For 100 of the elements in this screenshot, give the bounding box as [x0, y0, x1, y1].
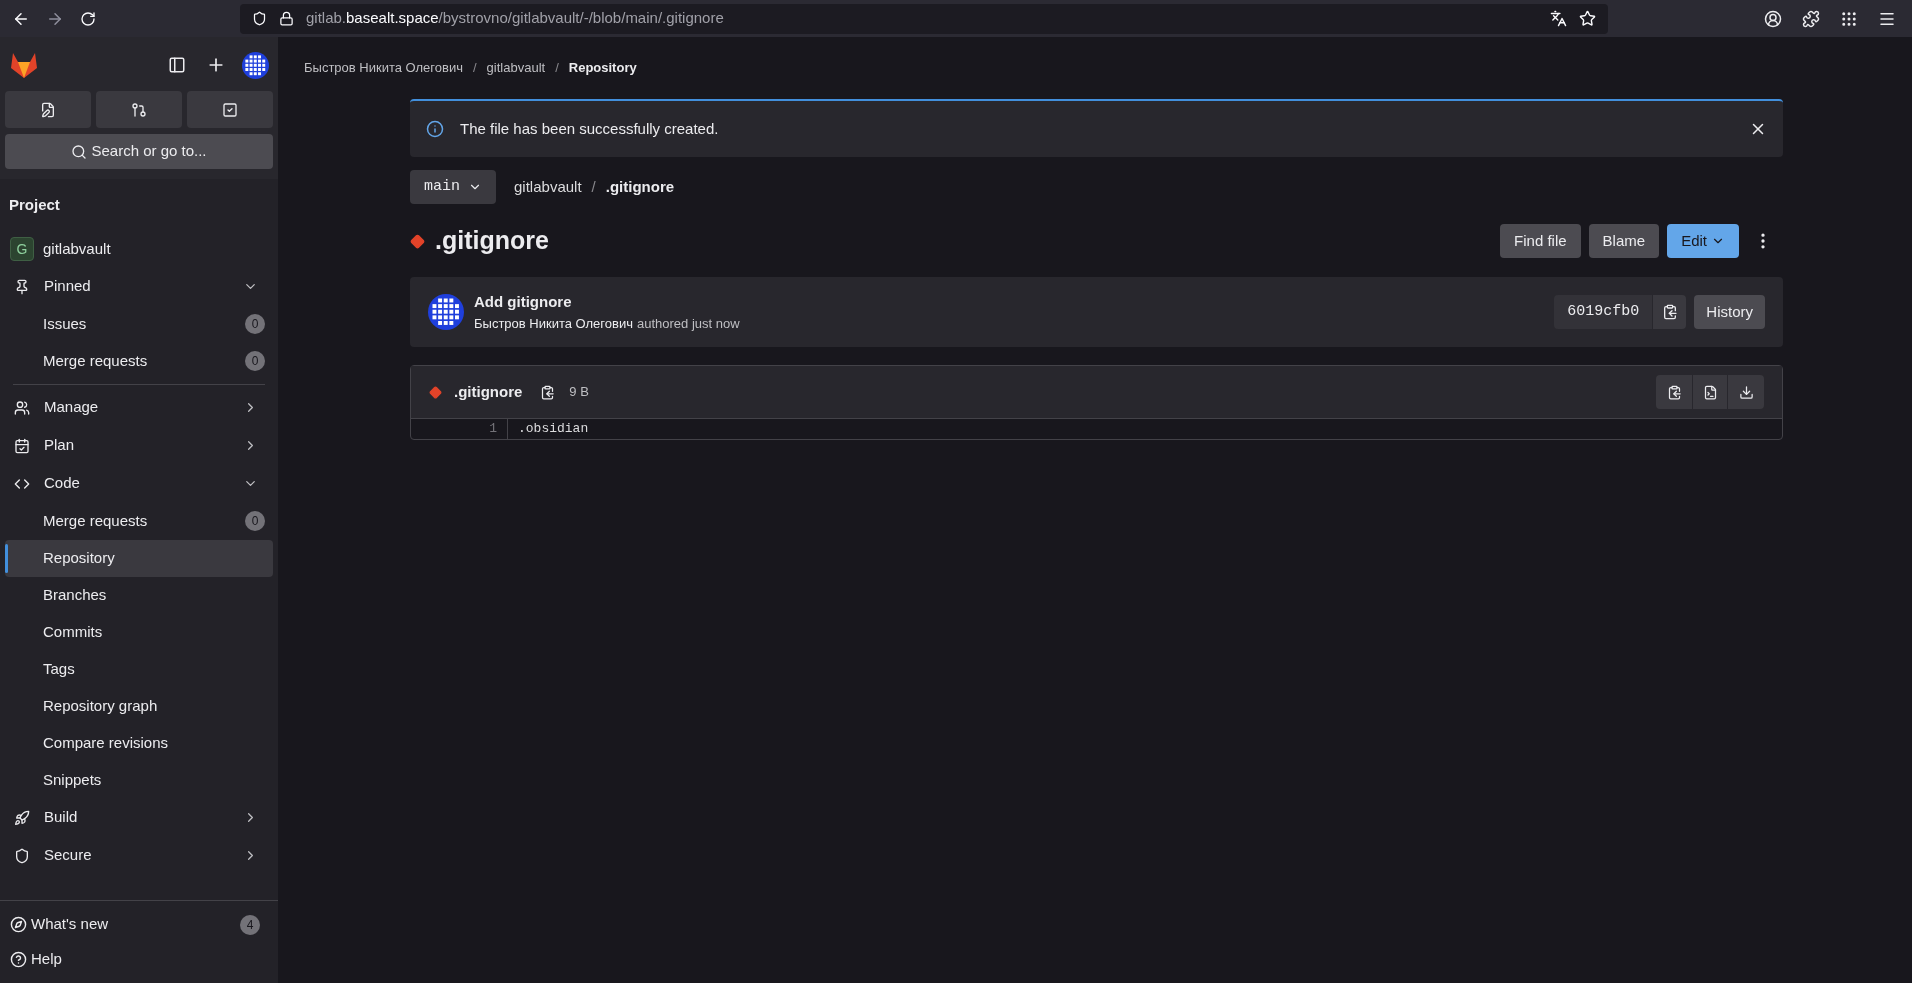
nav-item-label: Commits [43, 621, 103, 642]
bookmark-icon[interactable] [1579, 10, 1596, 27]
commit-author[interactable]: Быстров Никита Олегович [474, 313, 633, 333]
file-name: .gitignore [454, 381, 523, 402]
nav-group[interactable]: Manage [5, 388, 273, 427]
breadcrumb-separator: / [555, 59, 559, 78]
action-button[interactable]: Edit [1667, 224, 1739, 258]
download-button[interactable] [1728, 375, 1764, 409]
file-title: .gitignore [435, 225, 549, 257]
fox-logo-icon[interactable] [9, 51, 39, 79]
file-terminal-icon [1702, 384, 1718, 400]
history-button[interactable]: History [1694, 295, 1765, 329]
footer-link[interactable]: What's new 4 [10, 907, 268, 942]
section-title: Project [8, 195, 61, 215]
alert-message: The file has been successfully created. [460, 118, 719, 139]
nav-item[interactable]: Repository [5, 539, 273, 577]
file-edit-icon [40, 101, 56, 118]
nav-group[interactable]: Pinned [5, 267, 273, 306]
search-button[interactable]: Search or go to... [5, 134, 273, 169]
path-link[interactable]: .gitignore [605, 175, 675, 199]
path-separator: / [591, 176, 596, 197]
nav-item[interactable]: Commits [5, 613, 273, 651]
commit-sha: 6019cfb0 [1554, 295, 1653, 329]
nav-group[interactable]: Build [5, 798, 273, 837]
count-badge: 4 [240, 914, 260, 935]
nav-group[interactable]: Code [5, 464, 273, 503]
nav-item-label: Tags [43, 658, 75, 679]
copy-path-icon[interactable] [540, 384, 556, 400]
checkbox-icon [222, 101, 238, 118]
pin-icon [14, 278, 30, 295]
nav-item-label: Repository [43, 547, 115, 568]
address-bar[interactable]: gitlab.basealt.space/bystrovno/gitlabvault/-/blob/main/.gitignore [240, 3, 1608, 34]
commit-title[interactable]: Add gitignore [474, 291, 740, 314]
code-line: .obsidian [517, 420, 589, 439]
extensions-icon[interactable] [1802, 9, 1820, 28]
nav-item-label: Branches [43, 584, 107, 605]
clipboard-icon [1661, 304, 1678, 320]
breadcrumb-separator: / [472, 59, 477, 78]
nav-item-label: Repository graph [43, 695, 158, 716]
copy-sha-button[interactable] [1652, 295, 1687, 329]
count-badge: 0 [245, 351, 265, 371]
info-icon [426, 120, 444, 138]
copy-contents-button[interactable] [1656, 375, 1692, 409]
merge-request-icon [131, 101, 147, 118]
download-icon [1738, 384, 1754, 400]
file-size: 9 B [569, 383, 589, 402]
action-button[interactable]: Blame [1588, 224, 1660, 258]
nav-item[interactable]: Merge requests 0 [5, 342, 273, 380]
clipboard-icon [1666, 384, 1682, 400]
count-badge: 0 [245, 314, 265, 334]
todo-button[interactable] [187, 91, 273, 128]
footer-link[interactable]: Help [10, 942, 268, 977]
avatar-icon [242, 51, 269, 79]
calendar-icon [14, 437, 30, 454]
breadcrumb-link[interactable]: Быстров Никита Олегович [304, 58, 463, 78]
nav-item[interactable]: Issues 0 [5, 305, 273, 343]
nav-item[interactable]: Branches [5, 576, 273, 614]
people-icon [14, 399, 30, 416]
commit-meta: authored just now [636, 314, 740, 333]
shield-icon[interactable] [252, 11, 267, 26]
sidebar-toggle-icon[interactable] [168, 56, 186, 74]
apps-grid-icon[interactable] [1840, 9, 1858, 28]
open-raw-button[interactable] [1692, 375, 1728, 409]
footer-link-label: What's new [31, 914, 109, 935]
nav-item[interactable]: Merge requests 0 [5, 502, 273, 540]
breadcrumb-link[interactable]: Repository [568, 58, 637, 78]
file-type-icon [429, 385, 442, 399]
nav-group[interactable]: Secure [5, 836, 273, 875]
reload-icon[interactable] [80, 10, 96, 27]
account-icon[interactable] [1764, 9, 1782, 28]
rocket-icon [14, 809, 30, 826]
nav-item-label: Merge requests [43, 510, 148, 531]
line-number: 1 [411, 419, 508, 439]
search-icon [71, 143, 88, 160]
avatar-icon [428, 294, 464, 330]
merge-requests-button[interactable] [96, 91, 182, 128]
nav-item-label: Snippets [43, 769, 102, 790]
file-type-icon [410, 233, 425, 249]
nav-item[interactable]: Repository graph [5, 687, 273, 725]
footer-link-label: Help [31, 949, 62, 970]
shield-icon [14, 847, 30, 864]
help-icon [10, 951, 27, 968]
nav-group[interactable]: Plan [5, 426, 273, 465]
nav-item[interactable]: Snippets [5, 761, 273, 799]
translate-icon[interactable] [1550, 10, 1567, 27]
nav-item-label: Merge requests [43, 350, 148, 371]
nav-item-label: Issues [43, 313, 87, 334]
nav-item-label: Compare revisions [43, 732, 169, 753]
issues-button[interactable] [5, 91, 91, 128]
nav-item[interactable]: Compare revisions [5, 724, 273, 762]
project-avatar: G [10, 237, 34, 261]
nav-item[interactable]: Tags [5, 650, 273, 688]
action-button[interactable]: Find file [1500, 224, 1581, 258]
breadcrumb-link[interactable]: gitlabvault [486, 58, 546, 78]
project-link[interactable]: G gitlabvault [5, 230, 273, 268]
url-text: gitlab.basealt.space/bystrovno/gitlabvault/-/blob/main/.gitignore [306, 8, 724, 29]
lock-icon[interactable] [279, 11, 294, 26]
branch-dropdown[interactable]: main [410, 170, 496, 204]
compass-icon [10, 916, 27, 933]
path-link[interactable]: gitlabvault [514, 175, 582, 199]
